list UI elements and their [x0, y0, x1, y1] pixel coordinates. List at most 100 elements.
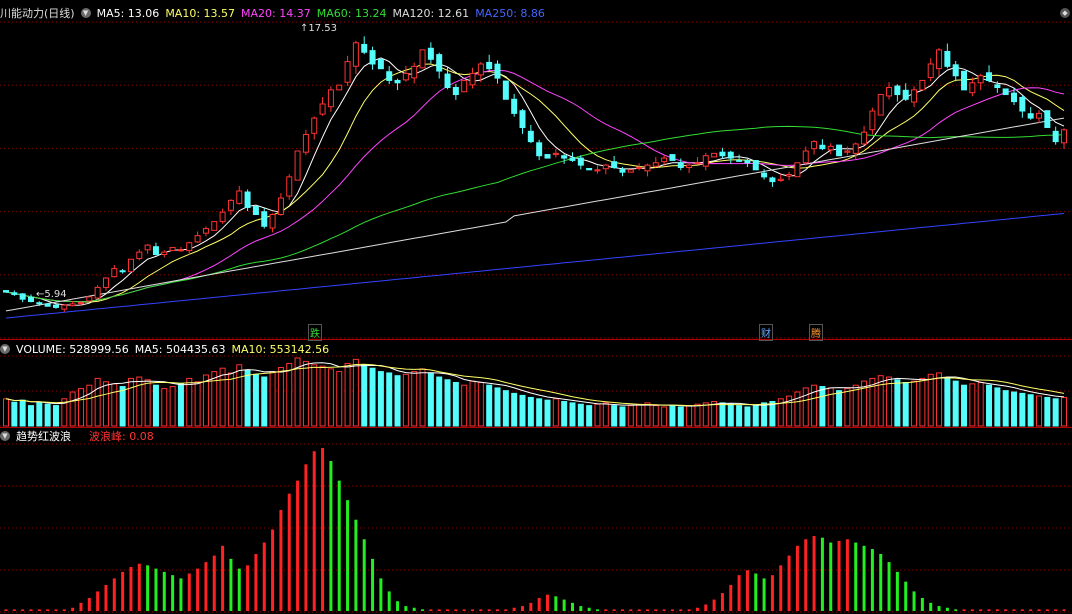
candle-body	[377, 58, 384, 70]
volume-bar	[69, 391, 76, 427]
wave-bar	[212, 555, 216, 611]
wave-bar	[970, 609, 974, 611]
wave-bar	[787, 555, 791, 611]
wave-bar	[262, 542, 266, 611]
volume-bar	[352, 358, 359, 427]
volume-bar	[502, 390, 509, 427]
wave-bar	[620, 609, 624, 611]
candle-body	[486, 61, 493, 70]
volume-bar	[252, 373, 259, 427]
stock-chart[interactable]	[0, 0, 1072, 614]
candle-body	[952, 64, 959, 77]
volume-bar	[461, 384, 468, 427]
wave-bar	[904, 581, 908, 611]
volume-bar	[886, 376, 893, 427]
settings-circle-icon[interactable]: ◆	[1060, 8, 1070, 18]
candle-body	[102, 277, 109, 288]
volume-bar	[994, 387, 1001, 427]
volume-bar	[1002, 390, 1009, 427]
candle-body	[877, 94, 884, 116]
wave-bar	[687, 609, 691, 611]
wave-bar	[104, 584, 108, 611]
indicator-title: 趋势红波浪	[16, 430, 71, 443]
wave-bar	[579, 606, 583, 611]
volume-bar	[244, 369, 251, 427]
event-mark[interactable]: 腾	[809, 324, 823, 341]
wave-bar	[712, 599, 716, 611]
volume-bar	[311, 364, 318, 427]
candle-body	[552, 152, 559, 156]
wave-bar	[321, 448, 325, 611]
ma120-line	[5, 117, 1065, 312]
candle-body	[902, 89, 909, 100]
volume-bar	[319, 365, 326, 427]
wave-bar	[471, 609, 475, 611]
wave-bar	[246, 565, 250, 611]
volume-bar	[477, 381, 484, 427]
volume-bar	[452, 381, 459, 427]
volume-bars	[3, 357, 1067, 427]
wave-bar	[1062, 609, 1066, 611]
wave-bar	[387, 591, 391, 611]
candle-body	[186, 242, 193, 252]
volume-bar	[619, 406, 626, 427]
volume-bar	[269, 371, 276, 427]
collapse-arrow-icon[interactable]: ▼	[0, 431, 10, 441]
wave-bar	[362, 539, 366, 611]
volume-bar	[694, 403, 701, 427]
wave-bar	[1004, 609, 1008, 611]
wave-bar	[12, 609, 16, 611]
volume-bar	[302, 360, 309, 427]
volume-bar	[19, 399, 26, 427]
wave-bar	[196, 568, 200, 611]
candle-body	[286, 176, 293, 197]
wave-bar	[937, 606, 941, 611]
candle-body	[836, 144, 843, 157]
volume-bar	[944, 377, 951, 427]
volume-bar	[219, 367, 226, 427]
wave-bar	[820, 537, 824, 611]
wave-bar	[46, 609, 50, 611]
candle-body	[436, 54, 443, 72]
candle-body	[886, 87, 893, 97]
candle-body	[294, 150, 301, 181]
volume-bar	[194, 381, 201, 427]
volume-bar	[961, 384, 968, 427]
volume-bar	[427, 372, 434, 427]
wave-bar	[1037, 609, 1041, 611]
event-mark[interactable]: 财	[759, 324, 773, 341]
volume-bar	[444, 379, 451, 427]
wave-bar	[37, 609, 41, 611]
wave-bar	[329, 461, 333, 611]
collapse-arrow-icon[interactable]: ▼	[80, 8, 91, 18]
candle-body	[119, 270, 126, 273]
volume-bar	[686, 405, 693, 427]
wave-bar	[987, 609, 991, 611]
collapse-arrow-icon[interactable]: ▼	[0, 344, 10, 354]
volume-bar	[569, 402, 576, 427]
wave-bar	[845, 539, 849, 611]
volume-bar	[236, 364, 243, 427]
volume-bar	[719, 402, 726, 427]
wave-bar	[504, 609, 508, 611]
candle-body	[127, 258, 134, 273]
candle-body	[77, 302, 84, 305]
wave-bar	[521, 606, 525, 611]
candle-body	[269, 214, 276, 229]
candle-body	[369, 50, 376, 65]
volume-bar	[77, 388, 84, 427]
ma-label: MA250: 8.86	[475, 6, 545, 20]
candle-body	[702, 155, 709, 167]
candle-body	[1044, 110, 1051, 128]
candle-body	[519, 110, 526, 128]
candle-body	[386, 71, 393, 81]
wave-bar	[879, 553, 883, 611]
wave-bar	[187, 573, 191, 611]
volume-bar	[169, 386, 176, 427]
event-mark[interactable]: 跌	[308, 324, 322, 341]
volume-bar	[386, 372, 393, 427]
candle-body	[444, 73, 451, 89]
volume-bar	[769, 401, 776, 427]
candle-body	[677, 162, 684, 168]
wave-bar	[62, 609, 66, 611]
